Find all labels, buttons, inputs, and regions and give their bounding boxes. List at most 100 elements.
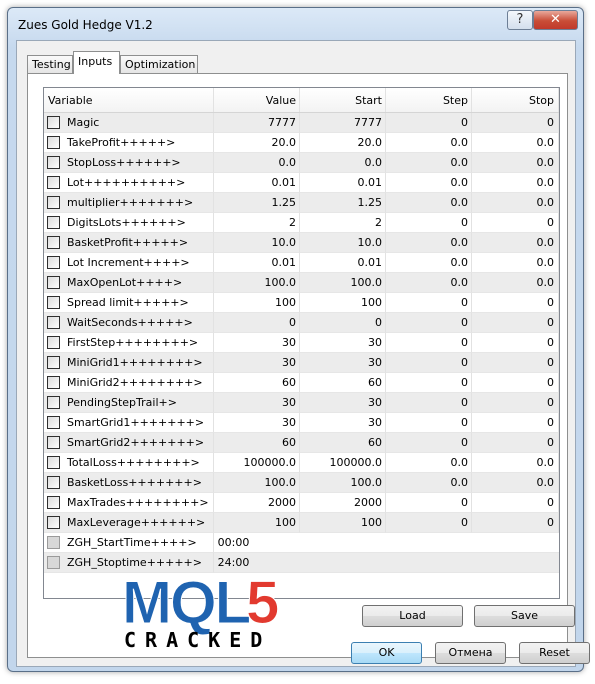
start-cell[interactable]: 30: [300, 413, 386, 433]
value-cell[interactable]: 7777: [214, 113, 300, 133]
table-row[interactable]: DigitsLots++++++> 2 2 0 0: [44, 213, 559, 233]
table-row[interactable]: MaxTrades++++++++> 2000 2000 0 0: [44, 493, 559, 513]
step-cell[interactable]: 0: [386, 313, 472, 333]
stop-cell[interactable]: 0: [472, 493, 559, 513]
variable-cell[interactable]: TakeProfit+++++>: [44, 133, 214, 153]
value-cell[interactable]: 1.25: [214, 193, 300, 213]
help-button[interactable]: ?: [507, 10, 533, 30]
ok-button[interactable]: OK: [351, 642, 422, 664]
variable-cell[interactable]: MaxTrades++++++++>: [44, 493, 214, 513]
step-cell[interactable]: 0.0: [386, 253, 472, 273]
variable-cell[interactable]: ZGH_StartTime++++>: [44, 533, 214, 553]
step-cell[interactable]: 0.0: [386, 273, 472, 293]
optimize-checkbox[interactable]: [47, 256, 60, 269]
stop-cell[interactable]: 0.0: [472, 253, 559, 273]
table-row[interactable]: TakeProfit+++++> 20.0 20.0 0.0 0.0: [44, 133, 559, 153]
start-cell[interactable]: 30: [300, 353, 386, 373]
table-row[interactable]: WaitSeconds+++++> 0 0 0 0: [44, 313, 559, 333]
stop-cell[interactable]: 0: [472, 413, 559, 433]
variable-cell[interactable]: MaxOpenLot++++>: [44, 273, 214, 293]
table-row[interactable]: BasketLoss+++++++> 100.0 100.0 0.0 0.0: [44, 473, 559, 493]
step-cell[interactable]: 0.0: [386, 173, 472, 193]
stop-cell[interactable]: 0.0: [472, 233, 559, 253]
column-header-start[interactable]: Start: [300, 88, 386, 112]
step-cell[interactable]: 0: [386, 113, 472, 133]
save-button[interactable]: Save: [474, 605, 575, 627]
table-row[interactable]: Lot Increment++++> 0.01 0.01 0.0 0.0: [44, 253, 559, 273]
value-cell[interactable]: 30: [214, 393, 300, 413]
optimize-checkbox[interactable]: [47, 416, 60, 429]
step-cell[interactable]: 0: [386, 293, 472, 313]
cancel-button[interactable]: Отмена: [435, 642, 506, 664]
close-button[interactable]: ✕: [533, 10, 578, 30]
table-row[interactable]: MaxLeverage++++++> 100 100 0 0: [44, 513, 559, 533]
value-cell[interactable]: 2000: [214, 493, 300, 513]
variable-cell[interactable]: SmartGrid1+++++++>: [44, 413, 214, 433]
table-row[interactable]: SmartGrid2+++++++> 60 60 0 0: [44, 433, 559, 453]
column-header-stop[interactable]: Stop: [472, 88, 559, 112]
optimize-checkbox[interactable]: [47, 276, 60, 289]
variable-cell[interactable]: MiniGrid1++++++++>: [44, 353, 214, 373]
start-cell[interactable]: 100: [300, 513, 386, 533]
variable-cell[interactable]: Spread limit+++++>: [44, 293, 214, 313]
start-cell[interactable]: 100.0: [300, 473, 386, 493]
table-row[interactable]: BasketProfit+++++> 10.0 10.0 0.0 0.0: [44, 233, 559, 253]
value-cell[interactable]: 00:00: [213, 533, 559, 553]
stop-cell[interactable]: 0: [472, 293, 559, 313]
stop-cell[interactable]: 0: [472, 113, 559, 133]
optimize-checkbox[interactable]: [47, 456, 60, 469]
step-cell[interactable]: 0.0: [386, 133, 472, 153]
stop-cell[interactable]: 0.0: [472, 473, 559, 493]
table-row[interactable]: TotalLoss++++++++> 100000.0 100000.0 0.0 0.0: [44, 453, 559, 473]
step-cell[interactable]: 0: [386, 393, 472, 413]
variable-cell[interactable]: MiniGrid2++++++++>: [44, 373, 214, 393]
optimize-checkbox[interactable]: [47, 156, 60, 169]
optimize-checkbox[interactable]: [47, 476, 60, 489]
value-cell[interactable]: 100.0: [214, 273, 300, 293]
table-row[interactable]: MaxOpenLot++++> 100.0 100.0 0.0 0.0: [44, 273, 559, 293]
start-cell[interactable]: 60: [300, 433, 386, 453]
table-row[interactable]: MiniGrid2++++++++> 60 60 0 0: [44, 373, 559, 393]
start-cell[interactable]: 10.0: [300, 233, 386, 253]
variable-cell[interactable]: MaxLeverage++++++>: [44, 513, 214, 533]
variable-cell[interactable]: BasketLoss+++++++>: [44, 473, 214, 493]
load-button[interactable]: Load: [362, 605, 463, 627]
table-row[interactable]: Spread limit+++++> 100 100 0 0: [44, 293, 559, 313]
table-row[interactable]: Magic 7777 7777 0 0: [44, 113, 559, 133]
step-cell[interactable]: 0.0: [386, 453, 472, 473]
stop-cell[interactable]: 0: [472, 333, 559, 353]
step-cell[interactable]: 0: [386, 353, 472, 373]
reset-button[interactable]: Reset: [519, 642, 590, 664]
step-cell[interactable]: 0: [386, 373, 472, 393]
value-cell[interactable]: 2: [214, 213, 300, 233]
step-cell[interactable]: 0.0: [386, 153, 472, 173]
stop-cell[interactable]: 0.0: [472, 153, 559, 173]
value-cell[interactable]: 0.01: [214, 253, 300, 273]
stop-cell[interactable]: 0.0: [472, 173, 559, 193]
stop-cell[interactable]: 0.0: [472, 133, 559, 153]
column-header-variable[interactable]: Variable: [44, 88, 214, 112]
optimize-checkbox[interactable]: [47, 396, 60, 409]
value-cell[interactable]: 0: [214, 313, 300, 333]
start-cell[interactable]: 0: [300, 313, 386, 333]
step-cell[interactable]: 0.0: [386, 473, 472, 493]
variable-cell[interactable]: TotalLoss++++++++>: [44, 453, 214, 473]
value-cell[interactable]: 30: [214, 333, 300, 353]
stop-cell[interactable]: 0: [472, 353, 559, 373]
start-cell[interactable]: 2000: [300, 493, 386, 513]
table-row[interactable]: PendingStepTrail+> 30 30 0 0: [44, 393, 559, 413]
table-row[interactable]: MiniGrid1++++++++> 30 30 0 0: [44, 353, 559, 373]
tab-testing[interactable]: Testing: [27, 55, 73, 73]
stop-cell[interactable]: 0: [472, 513, 559, 533]
start-cell[interactable]: 100000.0: [300, 453, 386, 473]
value-cell[interactable]: 100000.0: [214, 453, 300, 473]
step-cell[interactable]: 0: [386, 213, 472, 233]
stop-cell[interactable]: 0.0: [472, 273, 559, 293]
stop-cell[interactable]: 0: [472, 313, 559, 333]
start-cell[interactable]: 0.0: [300, 153, 386, 173]
step-cell[interactable]: 0: [386, 433, 472, 453]
step-cell[interactable]: 0: [386, 413, 472, 433]
step-cell[interactable]: 0: [386, 333, 472, 353]
optimize-checkbox[interactable]: [47, 436, 60, 449]
variable-cell[interactable]: multiplier+++++++>: [44, 193, 214, 213]
